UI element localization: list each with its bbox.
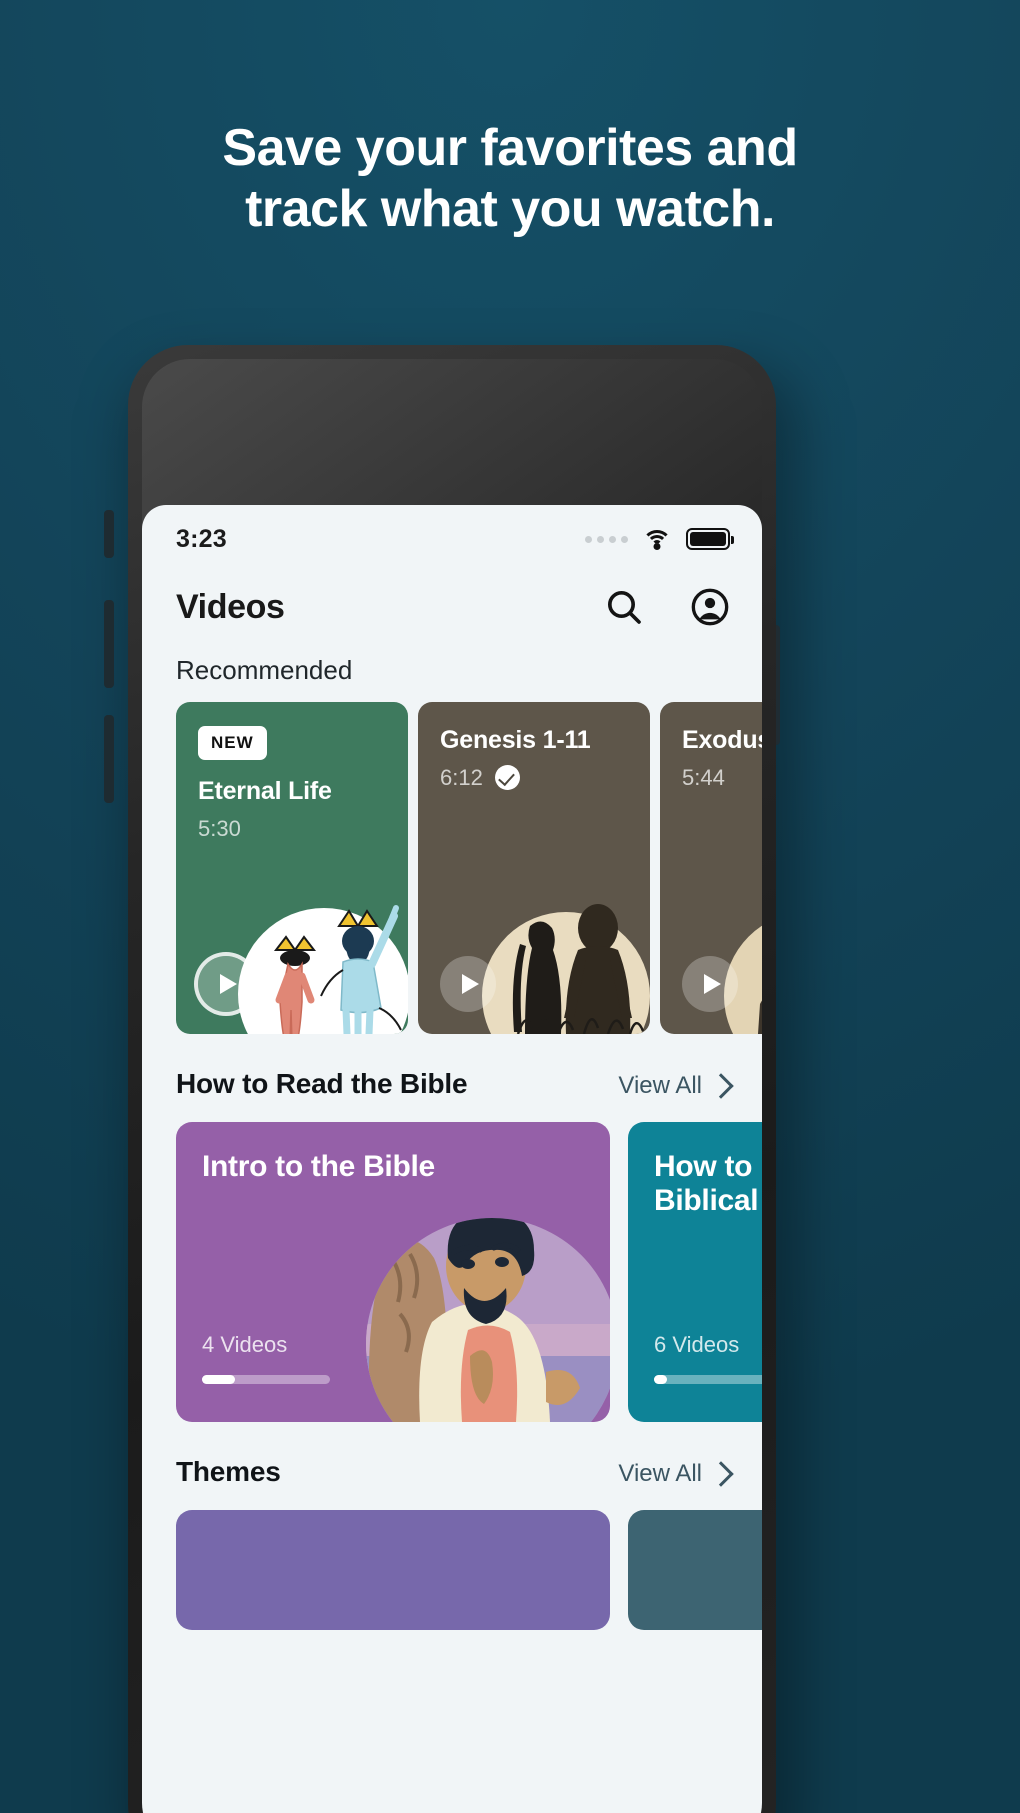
how-to-read-carousel[interactable]: Intro to the Bible 4 Videos How to Bibli… xyxy=(142,1100,762,1422)
header-actions xyxy=(604,587,730,627)
video-duration: 5:30 xyxy=(198,815,241,841)
chevron-right-icon xyxy=(708,1073,734,1099)
collection-title: Intro to the Bible xyxy=(202,1150,435,1183)
video-card[interactable]: Exodus 1-18 5:44 xyxy=(660,702,762,1034)
collection-count: 4 Videos xyxy=(202,1332,288,1357)
app-header: Videos xyxy=(142,573,762,633)
status-clock: 3:23 xyxy=(176,524,227,553)
phone-bezel: 3:23 Videos Recommended NEW Eternal Life… xyxy=(142,359,762,1813)
theme-card[interactable] xyxy=(628,1510,762,1630)
video-card[interactable]: NEW Eternal Life 5:30 xyxy=(176,702,408,1034)
video-title: Eternal Life xyxy=(198,777,332,805)
app-screen: 3:23 Videos Recommended NEW Eternal Life… xyxy=(142,505,762,1813)
video-meta: 5:44 xyxy=(682,765,762,791)
collection-count: 6 Videos xyxy=(654,1332,740,1357)
status-badge: NEW xyxy=(198,726,267,760)
video-duration: 6:12 xyxy=(440,764,483,790)
play-icon[interactable] xyxy=(682,956,738,1012)
video-meta: 5:30 xyxy=(198,816,386,842)
status-icons xyxy=(585,528,734,550)
headline-line-2: track what you watch. xyxy=(245,180,775,239)
collection-card[interactable]: Intro to the Bible 4 Videos xyxy=(176,1122,610,1422)
collection-progress-bar xyxy=(202,1375,330,1384)
wifi-icon xyxy=(642,528,672,550)
collection-card[interactable]: How to R Biblical 6 Videos xyxy=(628,1122,762,1422)
battery-icon xyxy=(686,528,734,550)
collection-title-line-1: How to R xyxy=(654,1150,762,1183)
collection-progress-bar xyxy=(654,1375,762,1384)
view-all-how-to-read[interactable]: View All xyxy=(618,1072,734,1100)
video-thumbnail-art xyxy=(482,904,650,1034)
section-title: Themes xyxy=(176,1456,281,1487)
video-title: Genesis 1-11 xyxy=(440,726,591,754)
themes-carousel[interactable] xyxy=(142,1488,762,1630)
video-card[interactable]: Genesis 1-11 6:12 xyxy=(418,702,650,1034)
section-title: How to Read the Bible xyxy=(176,1068,468,1099)
view-all-label: View All xyxy=(618,1460,702,1487)
promo-headline: Save your favorites and track what you w… xyxy=(0,118,1020,241)
phone-volume-up-button xyxy=(104,600,114,688)
video-title: Exodus 1-18 xyxy=(682,726,762,754)
phone-volume-down-button xyxy=(104,715,114,803)
section-label-recommended: Recommended xyxy=(176,655,353,685)
video-duration: 5:44 xyxy=(682,764,725,790)
phone-body: 3:23 Videos Recommended NEW Eternal Life… xyxy=(128,345,776,1813)
view-all-label: View All xyxy=(618,1072,702,1099)
phone-mute-switch xyxy=(104,510,114,558)
account-circle-icon[interactable] xyxy=(690,587,730,627)
collection-art xyxy=(366,1218,610,1422)
watched-check-icon xyxy=(494,765,520,790)
view-all-themes[interactable]: View All xyxy=(618,1460,734,1488)
page-title: Videos xyxy=(176,587,285,626)
chevron-right-icon xyxy=(708,1461,734,1487)
phone-mockup: 3:23 Videos Recommended NEW Eternal Life… xyxy=(104,345,800,1813)
video-meta: 6:12 xyxy=(440,765,628,791)
play-icon[interactable] xyxy=(440,956,496,1012)
section-header-themes: Themes View All xyxy=(142,1456,762,1488)
search-icon[interactable] xyxy=(604,587,644,627)
theme-card[interactable] xyxy=(176,1510,610,1630)
status-bar: 3:23 xyxy=(142,505,762,573)
collection-title: How to R Biblical xyxy=(628,1122,762,1217)
play-icon[interactable] xyxy=(198,956,254,1012)
recommended-carousel[interactable]: NEW Eternal Life 5:30 Genesis 1-11 6:12 … xyxy=(142,686,762,1034)
section-header-how-to-read: How to Read the Bible View All xyxy=(142,1068,762,1100)
headline-line-1: Save your favorites and xyxy=(222,119,798,177)
signal-dots-icon xyxy=(585,535,628,543)
collection-title-line-2: Biblical xyxy=(654,1183,759,1217)
